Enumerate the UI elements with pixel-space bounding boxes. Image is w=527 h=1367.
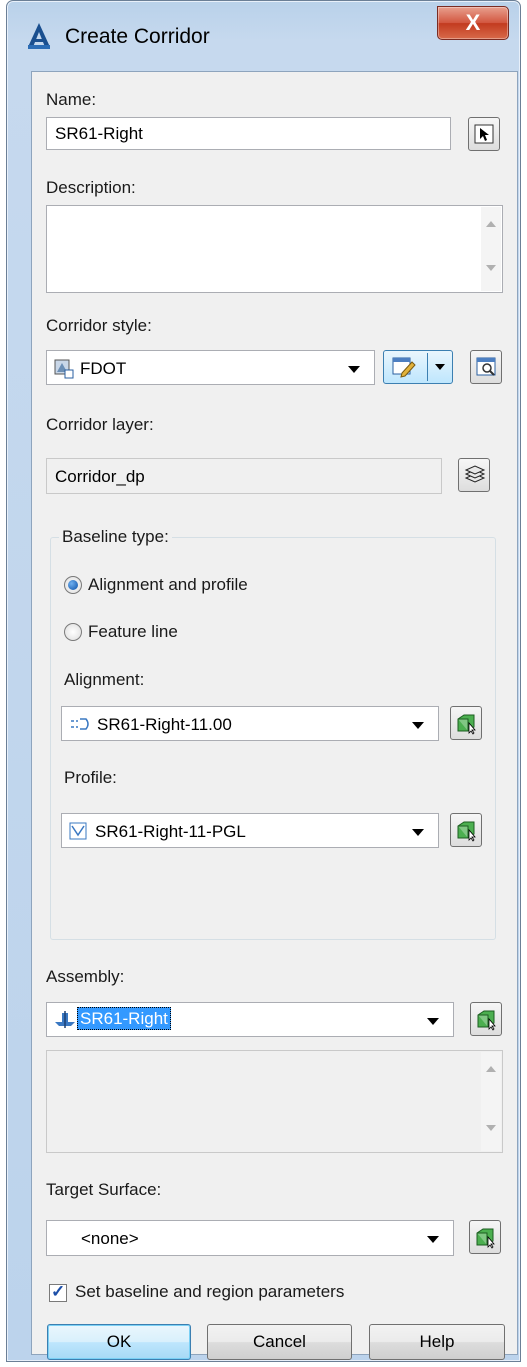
assembly-preview-scrollbar[interactable] (481, 1052, 501, 1151)
create-corridor-dialog: Create Corridor X Name: SR61-Right Descr… (6, 0, 521, 1362)
window-title: Create Corridor (65, 25, 210, 48)
help-button[interactable]: Help (369, 1324, 505, 1360)
chevron-down-icon (412, 829, 424, 836)
select-profile-button[interactable] (450, 813, 482, 847)
description-label: Description: (46, 178, 136, 197)
corridor-style-icon (53, 358, 75, 385)
select-object-icon (457, 714, 476, 735)
target-surface-value: <none> (81, 1229, 139, 1248)
select-object-icon (476, 1228, 495, 1249)
profile-select[interactable]: SR61-Right-11-PGL (61, 813, 439, 848)
edit-style-icon (392, 357, 416, 378)
alignment-label: Alignment: (64, 670, 145, 689)
select-alignment-button[interactable] (450, 706, 482, 740)
select-surface-button[interactable] (469, 1220, 501, 1254)
radio-alignment-and-profile-label[interactable]: Alignment and profile (88, 575, 248, 595)
select-object-icon (477, 1010, 496, 1031)
alignment-select[interactable]: SR61-Right-11.00 (61, 706, 439, 741)
radio-feature-line[interactable] (64, 623, 82, 641)
chevron-down-icon[interactable] (435, 364, 445, 370)
corridor-layer-field: Corridor_dp (46, 458, 442, 494)
chevron-down-icon (427, 1236, 439, 1243)
dialog-body: Name: SR61-Right Description: Corridor s… (31, 71, 518, 1360)
assembly-preview-box (46, 1050, 503, 1153)
chevron-down-icon (348, 366, 360, 373)
name-label: Name: (46, 90, 97, 109)
preview-style-icon (476, 357, 496, 376)
profile-icon (68, 821, 90, 846)
ok-button[interactable]: OK (47, 1324, 191, 1360)
corridor-style-value: FDOT (80, 359, 127, 378)
chevron-down-icon (412, 722, 424, 729)
pick-name-button[interactable] (468, 117, 500, 151)
description-textarea[interactable] (46, 205, 503, 293)
chevron-down-icon (427, 1018, 439, 1025)
select-object-icon (457, 821, 476, 842)
baseline-type-group: Baseline type: Alignment and profile Fea… (50, 527, 496, 940)
assembly-value-text: SR61-Right (77, 1007, 171, 1030)
target-surface-select[interactable]: <none> (46, 1220, 454, 1256)
scroll-down-icon[interactable] (486, 265, 496, 271)
profile-label: Profile: (64, 768, 117, 787)
layer-button[interactable] (458, 458, 490, 492)
profile-value: SR61-Right-11-PGL (95, 822, 246, 841)
select-assembly-button[interactable] (470, 1002, 502, 1036)
corridor-layer-label: Corridor layer: (46, 415, 154, 434)
assembly-icon (53, 1010, 77, 1035)
preview-style-button[interactable] (470, 350, 502, 384)
radio-alignment-and-profile[interactable] (64, 576, 82, 594)
split-divider (427, 353, 428, 381)
assembly-value: SR61-Right (77, 1007, 171, 1030)
corridor-layer-value: Corridor_dp (55, 467, 145, 486)
scroll-up-icon[interactable] (486, 1066, 496, 1072)
autocad-app-icon (26, 21, 52, 49)
baseline-type-title: Baseline type: (59, 527, 172, 547)
close-icon: X (465, 10, 481, 35)
assembly-label: Assembly: (46, 967, 125, 986)
target-surface-label: Target Surface: (46, 1180, 162, 1199)
corridor-style-select[interactable]: FDOT (46, 350, 375, 385)
layer-icon (464, 465, 486, 483)
pick-from-drawing-icon (474, 124, 494, 144)
checkmark-icon: ✓ (51, 1282, 66, 1301)
scroll-down-icon[interactable] (486, 1125, 496, 1131)
radio-feature-line-label[interactable]: Feature line (88, 622, 178, 642)
alignment-value: SR61-Right-11.00 (97, 715, 232, 734)
set-params-label[interactable]: Set baseline and region parameters (75, 1282, 344, 1302)
cancel-button[interactable]: Cancel (207, 1324, 352, 1360)
name-input[interactable]: SR61-Right (46, 117, 451, 150)
title-bar[interactable]: Create Corridor X (7, 1, 520, 71)
alignment-icon (68, 714, 92, 739)
scroll-up-icon[interactable] (486, 221, 496, 227)
assembly-select[interactable]: SR61-Right (46, 1002, 454, 1037)
edit-style-split-button[interactable] (383, 350, 453, 384)
description-scrollbar[interactable] (481, 207, 501, 291)
corridor-style-label: Corridor style: (46, 316, 152, 335)
name-value: SR61-Right (55, 124, 143, 143)
set-params-checkbox[interactable]: ✓ (49, 1282, 67, 1302)
close-button[interactable]: X (437, 6, 509, 40)
